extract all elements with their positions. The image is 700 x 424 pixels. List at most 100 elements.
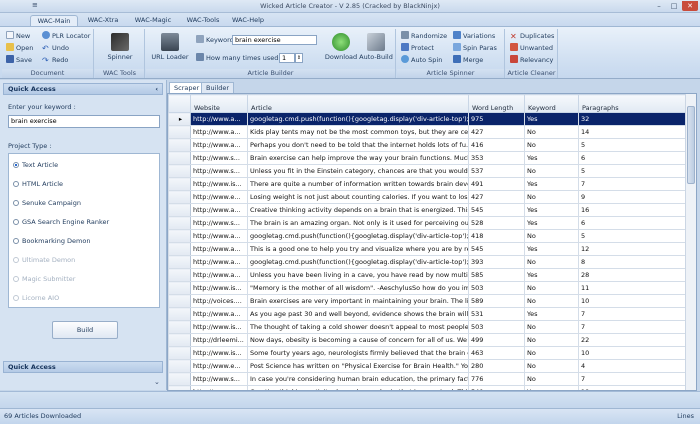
protect-button[interactable]: Protect [401, 43, 434, 53]
row-indicator[interactable] [168, 281, 191, 295]
cell-word-length: 545 [468, 242, 525, 256]
spinner-button[interactable]: Spinner [97, 33, 143, 61]
table-row[interactable]: http://www.s... The brain is an amazing o… [168, 216, 687, 230]
auto-spin-button[interactable]: Auto Spin [401, 55, 442, 65]
table-row[interactable]: http://www.e... Post Science has written … [168, 359, 687, 373]
variations-button[interactable]: Variations [453, 31, 495, 41]
row-indicator[interactable] [168, 190, 191, 204]
table-row[interactable]: ▸ http://www.a... googletag.cmd.push(funct… [168, 112, 687, 126]
keyword-input[interactable]: brain exercise [8, 115, 160, 128]
row-indicator[interactable] [168, 359, 191, 373]
articles-grid: Website Article Word Length Keyword Para… [167, 93, 697, 391]
radio-text-article[interactable]: Text Article [13, 160, 58, 170]
row-indicator[interactable]: ▸ [168, 112, 191, 126]
relevancy-button[interactable]: Relevancy [510, 55, 553, 65]
row-indicator[interactable] [168, 151, 191, 165]
radio-senuke-campaign[interactable]: Senuke Campaign [13, 198, 81, 208]
group-article-builder: URL Loader Keyword brain exercise How ma… [146, 29, 396, 78]
collapse-icon[interactable]: ‹ [155, 84, 158, 94]
cell-keyword: Yes [524, 151, 579, 165]
row-indicator[interactable] [168, 320, 191, 334]
header-article[interactable]: Article [247, 94, 469, 113]
scroll-down-icon[interactable]: ⌄ [154, 378, 160, 386]
table-row[interactable]: http://www.s... Unless you fit in the Ein… [168, 164, 687, 178]
merge-button[interactable]: Merge [453, 55, 483, 65]
cell-website: http://www.s... [190, 164, 248, 178]
url-loader-button[interactable]: URL Loader [150, 33, 190, 61]
row-indicator[interactable] [168, 294, 191, 308]
minimize-button[interactable]: – [652, 1, 666, 11]
table-row[interactable]: http://www.is... "Memory is the mother of… [168, 281, 687, 295]
tab-scraper[interactable]: Scraper [169, 82, 205, 93]
row-indicator[interactable] [168, 307, 191, 321]
randomize-icon [401, 31, 409, 39]
table-row[interactable]: http://www.is... There are quite a number… [168, 177, 687, 191]
row-indicator[interactable] [168, 177, 191, 191]
quick-access-header[interactable]: Quick Access ‹ [3, 83, 163, 95]
new-button[interactable]: New [6, 31, 30, 41]
times-used-input[interactable]: 1 [279, 53, 295, 63]
duplicates-button[interactable]: ✕ Duplicates [510, 31, 554, 41]
table-row[interactable]: http://www.a...Creative thinking activit… [168, 203, 687, 217]
spin-paras-button[interactable]: Spin Paras [453, 43, 497, 53]
table-row[interactable]: http://www.a... Unless you have been livi… [168, 268, 687, 282]
table-row[interactable]: http://www.is... The thought of taking a … [168, 320, 687, 334]
row-indicator[interactable] [168, 203, 191, 217]
table-row[interactable]: http://www.s... Brain exercise can help i… [168, 151, 687, 165]
open-button[interactable]: Open [6, 43, 33, 53]
unwanted-button[interactable]: Unwanted [510, 43, 553, 53]
row-indicator[interactable] [168, 268, 191, 282]
build-button[interactable]: Build [52, 321, 118, 339]
table-row[interactable]: http://www.a... googletag.cmd.push(functi… [168, 229, 687, 243]
row-indicator[interactable] [168, 125, 191, 139]
quick-access-footer[interactable]: Quick Access [3, 361, 163, 373]
save-button[interactable]: Save [6, 55, 32, 65]
tab-builder[interactable]: Builder [201, 82, 234, 93]
randomize-button[interactable]: Randomize [401, 31, 447, 41]
table-row[interactable]: http://www.e... Losing weight is not just… [168, 190, 687, 204]
row-indicator[interactable] [168, 138, 191, 152]
table-row[interactable]: http://drleemi... Now days, obesity is be… [168, 333, 687, 347]
table-row[interactable]: http://www.a... As you age past 30 and we… [168, 307, 687, 321]
row-indicator[interactable] [168, 216, 191, 230]
download-button[interactable]: Download [324, 33, 358, 61]
table-row[interactable]: http://voices.... Brain exercises are ver… [168, 294, 687, 308]
status-articles-count: 69 Articles Downloaded [4, 412, 82, 420]
table-row[interactable]: http://www.a... Kids play tents may not b… [168, 125, 687, 139]
radio-html-article[interactable]: HTML Article [13, 179, 63, 189]
status-bar: 69 Articles Downloaded Lines [0, 408, 700, 424]
redo-button[interactable]: ↷ Redo [42, 55, 68, 65]
auto-build-button[interactable]: Auto-Build [358, 33, 394, 61]
times-used-stepper[interactable]: ⇕ [295, 53, 303, 63]
maximize-button[interactable]: □ [667, 1, 681, 11]
row-indicator[interactable] [168, 164, 191, 178]
radio-gsa-search-engine-ranker[interactable]: GSA Search Engine Ranker [13, 217, 109, 227]
header-website[interactable]: Website [190, 94, 248, 113]
table-row[interactable]: http://www.is... Some fourty years ago, n… [168, 346, 687, 360]
radio-bookmarking-demon[interactable]: Bookmarking Demon [13, 236, 90, 246]
close-button[interactable]: ✕ [682, 1, 698, 11]
row-indicator[interactable] [168, 333, 191, 347]
row-indicator[interactable] [168, 255, 191, 269]
cell-article: Some fourty years ago, neurologists firm… [247, 346, 469, 360]
table-row[interactable]: http://www.s... In case you're consideri… [168, 372, 687, 386]
header-paragraphs[interactable]: Paragraphs [578, 94, 687, 113]
row-indicator[interactable] [168, 346, 191, 360]
grid-vertical-scrollbar[interactable] [685, 94, 696, 390]
table-row[interactable]: http://www.a... googletag.cmd.push(functi… [168, 255, 687, 269]
row-indicator[interactable] [168, 229, 191, 243]
table-row[interactable]: http://www.a... Perhaps you don't need to… [168, 138, 687, 152]
header-word-length[interactable]: Word Length [468, 94, 525, 113]
cell-keyword: No [524, 281, 579, 295]
cell-word-length: 975 [468, 112, 525, 126]
plr-locator-button[interactable]: PLR Locator [42, 31, 90, 41]
row-indicator[interactable] [168, 372, 191, 386]
header-keyword[interactable]: Keyword [524, 94, 579, 113]
table-row[interactable]: http://www.a... This is a good one to he… [168, 242, 687, 256]
bottom-bar [0, 391, 700, 408]
scrollbar-thumb[interactable] [687, 106, 695, 184]
cell-keyword: Yes [524, 307, 579, 321]
row-indicator[interactable] [168, 242, 191, 256]
undo-button[interactable]: ↶ Undo [42, 43, 69, 53]
ribbon-keyword-input[interactable]: brain exercise [232, 35, 317, 45]
